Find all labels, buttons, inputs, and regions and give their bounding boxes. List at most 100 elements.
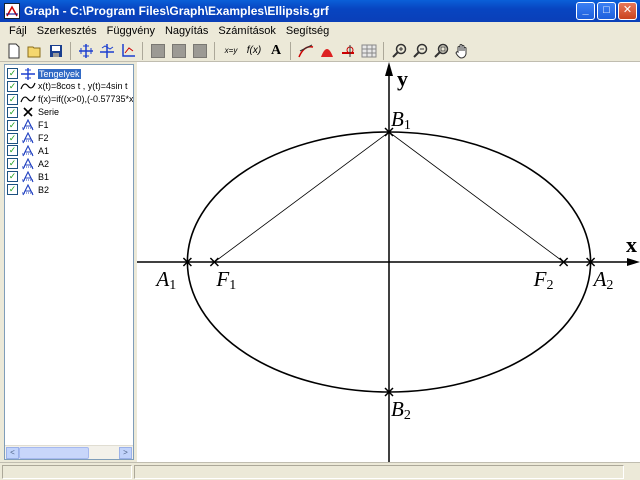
visibility-checkbox[interactable]: ✓	[7, 171, 18, 183]
area-icon	[321, 48, 333, 57]
point-label: A2	[592, 267, 614, 293]
eval-icon	[342, 44, 354, 57]
point-label-name: A	[592, 267, 607, 291]
axes-icon	[79, 43, 93, 58]
visibility-checkbox[interactable]: ✓	[7, 68, 18, 79]
title-bar[interactable]: Graph - C:\Program Files\Graph\Examples\…	[0, 0, 640, 22]
list-item[interactable]: ✓ A2	[7, 157, 49, 170]
menu-function[interactable]: Függvény	[102, 25, 160, 37]
list-item[interactable]: ✓ B1	[7, 170, 49, 183]
scroll-thumb[interactable]	[19, 447, 89, 459]
visibility-checkbox[interactable]: ✓	[7, 106, 18, 118]
status-bar	[0, 462, 640, 480]
list-item-label: A1	[38, 145, 50, 156]
visibility-checkbox[interactable]: ✓	[7, 119, 18, 131]
visibility-checkbox[interactable]: ✓	[7, 158, 18, 170]
list-item[interactable]: ✓ f(x)=if((x>0),(-0.57735*x+4	[7, 93, 134, 106]
label-icon	[20, 132, 36, 144]
label-icon	[20, 170, 36, 183]
point-label-subscript: 2	[606, 278, 613, 293]
close-button[interactable]: ✕	[618, 2, 637, 20]
graph-canvas[interactable]: x y A1 F1 F2 A2 B1 B2	[137, 62, 640, 462]
y-axis-label: y	[397, 66, 408, 91]
window-title: Graph - C:\Program Files\Graph\Examples\…	[24, 4, 329, 18]
point-label: B2	[391, 397, 411, 423]
y-axis-arrow	[385, 62, 393, 76]
list-item-label: f(x)=if((x>0),(-0.57735*x+4	[38, 94, 134, 105]
insert-text-button[interactable]: A	[266, 41, 286, 61]
curve-icon	[20, 93, 36, 105]
list-item-label: x(t)=8cos t , y(t)=4sin t	[38, 81, 128, 92]
zoom-in-button[interactable]	[389, 41, 409, 61]
menu-zoom[interactable]: Nagyítás	[160, 25, 213, 37]
menu-help[interactable]: Segítség	[281, 25, 334, 37]
area-button[interactable]	[317, 41, 337, 61]
axes-button[interactable]	[76, 41, 96, 61]
x-axis-label: x	[626, 232, 637, 257]
label-icon	[20, 119, 36, 131]
label-icon	[20, 183, 36, 196]
zoom-in-icon	[392, 43, 407, 58]
open-button[interactable]	[25, 41, 45, 61]
list-item[interactable]: ✓ F1	[7, 119, 49, 132]
point-label-name: B	[391, 397, 404, 421]
table-button[interactable]	[359, 41, 379, 61]
visibility-checkbox[interactable]: ✓	[7, 145, 18, 157]
cursor-axes-icon	[122, 43, 135, 57]
maximize-button[interactable]: □	[597, 2, 616, 20]
zoom-out-button[interactable]	[410, 41, 430, 61]
point-label-name: F	[533, 267, 547, 291]
menu-edit[interactable]: Szerkesztés	[32, 25, 102, 37]
open-icon	[27, 46, 41, 57]
point-series-icon	[20, 106, 36, 118]
x-axis-arrow	[627, 258, 640, 266]
menu-file[interactable]: Fájl	[4, 25, 32, 37]
graph-plot[interactable]: x y A1 F1 F2 A2B1B2	[137, 62, 640, 462]
list-item-label: Serie	[38, 107, 60, 118]
point-label-name: F	[215, 267, 229, 291]
visibility-checkbox[interactable]: ✓	[7, 184, 18, 196]
menu-calc[interactable]: Számítások	[213, 25, 280, 37]
list-item[interactable]: ✓ F2	[7, 132, 49, 145]
horizontal-scrollbar[interactable]: < >	[5, 445, 133, 459]
list-item-label: B1	[38, 171, 50, 182]
list-item-label: B2	[38, 184, 50, 195]
point-label-subscript: 2	[546, 278, 553, 293]
grey-button-3[interactable]	[190, 41, 210, 61]
eval-button[interactable]	[338, 41, 358, 61]
label-icon	[20, 144, 36, 157]
pan-button[interactable]	[452, 41, 472, 61]
new-button[interactable]	[4, 41, 24, 61]
grey-button-1[interactable]	[148, 41, 168, 61]
list-item[interactable]: ✓ B2	[7, 183, 49, 196]
tangent-icon	[298, 44, 314, 57]
visibility-checkbox[interactable]: ✓	[7, 80, 18, 92]
cursor-axes-button[interactable]	[118, 41, 138, 61]
grey-button-2[interactable]	[169, 41, 189, 61]
tangent-button[interactable]	[296, 41, 316, 61]
scroll-left-button[interactable]: <	[6, 447, 19, 459]
list-item[interactable]: ✓ Tengelyek	[7, 67, 81, 80]
insert-function-button[interactable]: f(x)	[243, 41, 265, 61]
label-icon	[20, 157, 36, 170]
minimize-button[interactable]: _	[576, 2, 595, 20]
shading-icon	[100, 43, 114, 58]
shading-button[interactable]	[97, 41, 117, 61]
visibility-checkbox[interactable]: ✓	[7, 132, 18, 144]
zoom-square-button[interactable]	[431, 41, 451, 61]
zoom-square-icon	[434, 43, 449, 58]
visibility-checkbox[interactable]: ✓	[7, 93, 18, 105]
status-panel-2	[134, 465, 624, 479]
scroll-right-button[interactable]: >	[119, 447, 132, 459]
point-label-subscript: 2	[404, 408, 411, 423]
app-icon[interactable]	[4, 3, 20, 19]
toolbar: x=y f(x) A	[0, 40, 640, 62]
list-item-label: F1	[38, 120, 49, 131]
list-item[interactable]: ✓ Serie	[7, 106, 59, 119]
save-button[interactable]	[46, 41, 66, 61]
list-item[interactable]: ✓ x(t)=8cos t , y(t)=4sin t	[7, 80, 128, 93]
list-item[interactable]: ✓ A1	[7, 144, 49, 157]
pan-hand-icon	[455, 43, 467, 59]
insert-relation-button[interactable]: x=y	[220, 41, 242, 61]
point-label-name: A	[154, 267, 169, 291]
